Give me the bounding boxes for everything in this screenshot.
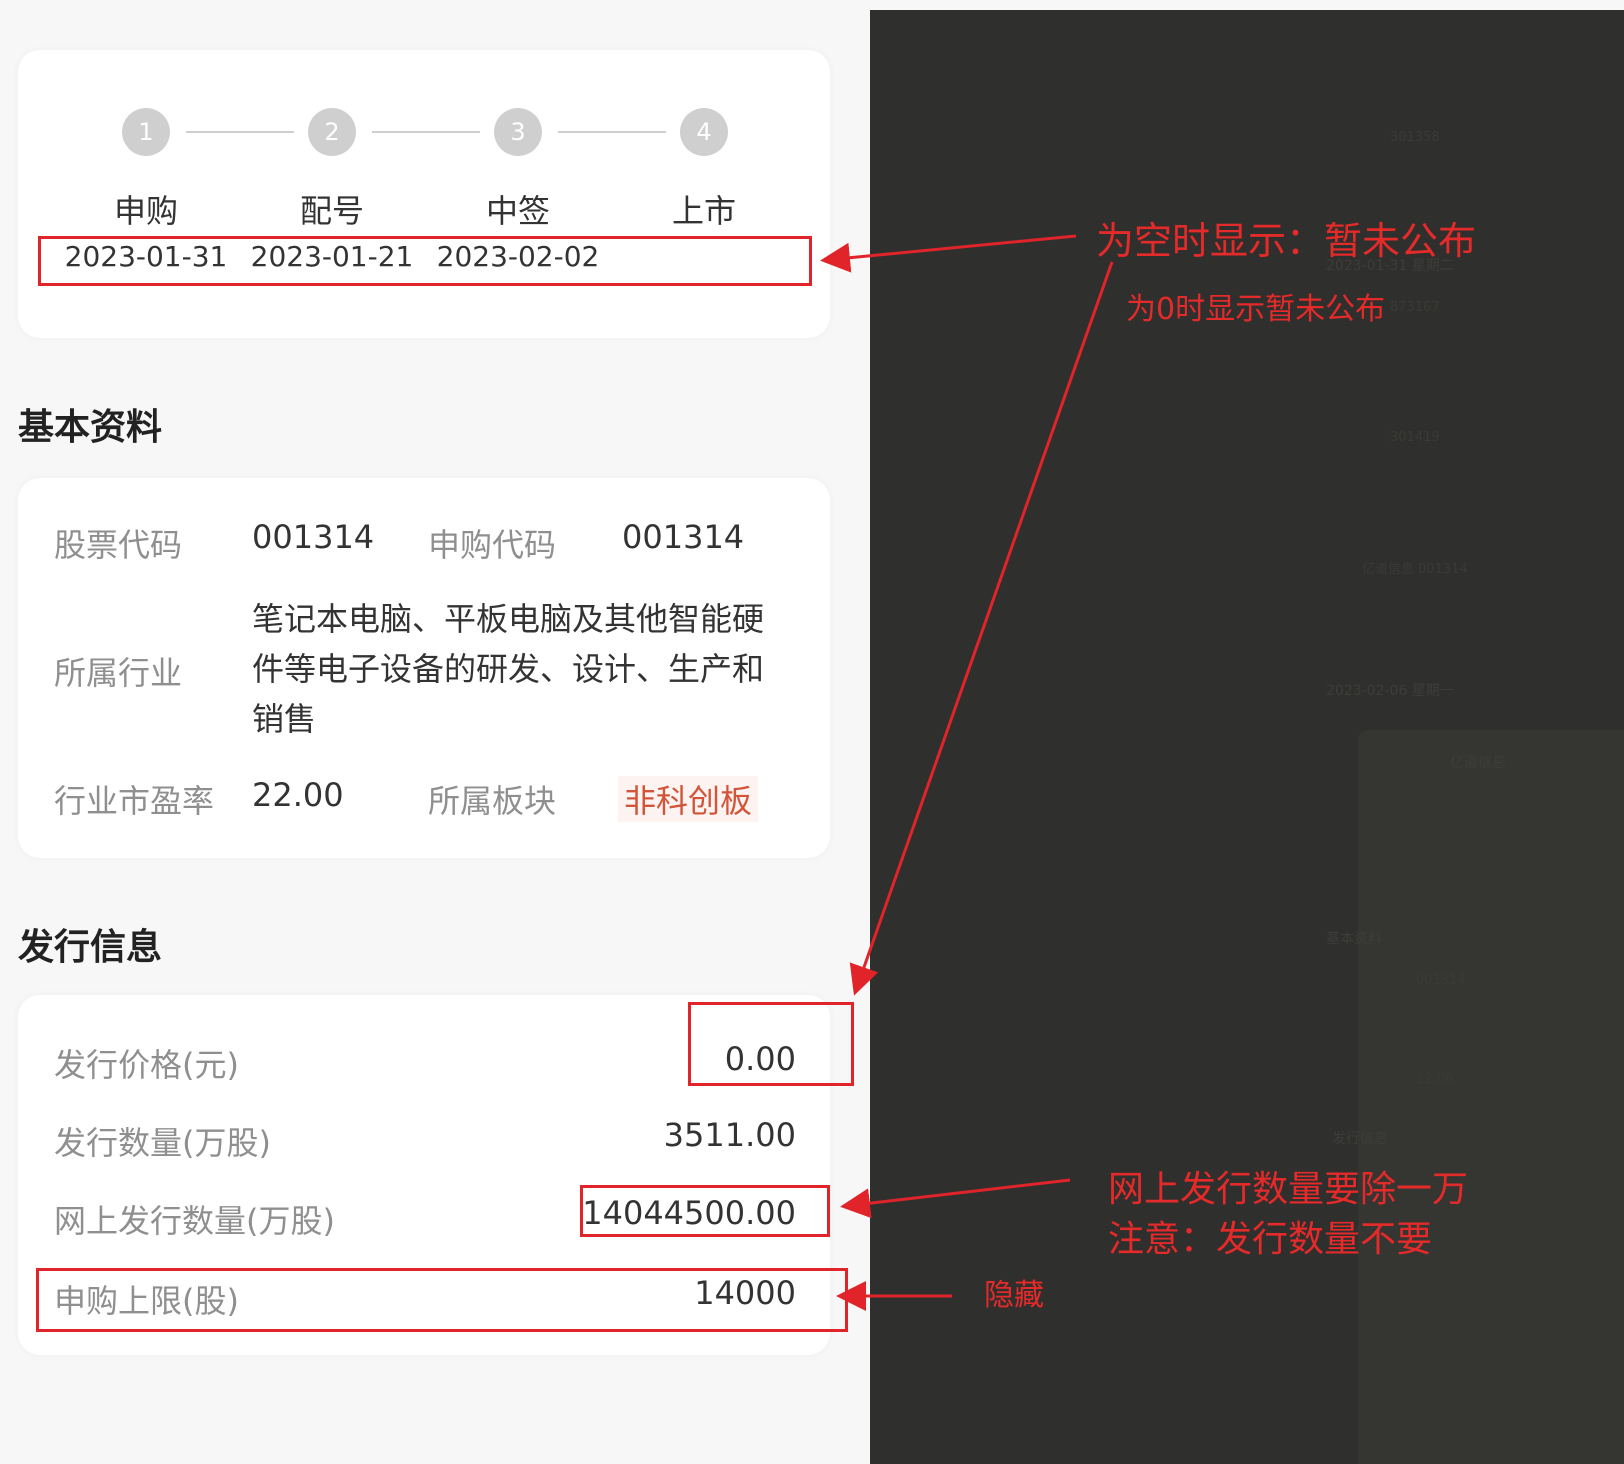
zero-annotation: 为0时显示暂未公布 xyxy=(1126,292,1386,327)
divide-annotation: 网上发行数量要除一万 xyxy=(1108,1169,1469,1210)
arrow-zero-note xyxy=(849,261,1114,996)
qty-annotation: 注意：发行数量不要 xyxy=(1108,1219,1433,1260)
hide-annotation: 隐藏 xyxy=(984,1278,1044,1313)
arrow-divide-note xyxy=(840,1178,1071,1219)
empty-annotation: 为空时显示：暂未公布 xyxy=(1096,219,1477,263)
arrow-empty-note xyxy=(820,234,1077,273)
